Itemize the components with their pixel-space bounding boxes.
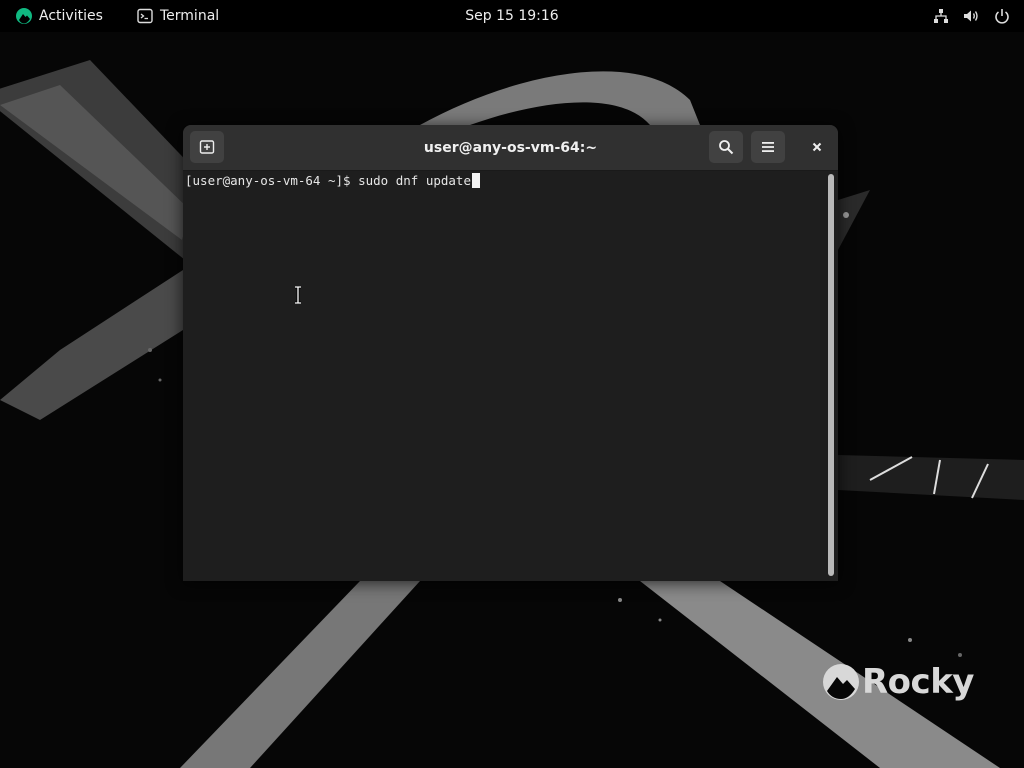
text-caret [471, 173, 480, 188]
new-tab-icon [199, 140, 215, 154]
rocky-wordmark: Rocky [862, 662, 974, 702]
app-menu-terminal[interactable]: Terminal [137, 0, 219, 32]
activities-label: Activities [39, 8, 103, 24]
activities-button[interactable]: Activities [16, 0, 103, 32]
terminal-window[interactable]: user@any-os-vm-64:~ [user@any-os-vm-64 ~… [183, 125, 838, 581]
app-menu-label: Terminal [160, 8, 220, 24]
network-wired-icon [934, 9, 948, 23]
menu-button[interactable] [751, 131, 785, 163]
rocky-brand-logo: Rocky [822, 662, 974, 702]
terminal-icon [137, 8, 153, 24]
terminal-headerbar[interactable]: user@any-os-vm-64:~ [183, 125, 838, 171]
top-bar: Activities Terminal Sep 15 19:16 [0, 0, 1024, 32]
hamburger-menu-icon [762, 142, 774, 152]
typed-command: sudo dnf update [358, 173, 471, 188]
search-icon [719, 140, 734, 155]
close-icon [812, 142, 822, 152]
terminal-output[interactable]: [user@any-os-vm-64 ~]$ sudo dnf update [183, 171, 838, 581]
close-button[interactable] [800, 131, 834, 163]
rocky-logo-icon [823, 664, 859, 700]
clock[interactable]: Sep 15 19:16 [465, 8, 558, 24]
search-button[interactable] [709, 131, 743, 163]
power-icon [995, 9, 1009, 24]
rocky-logo-icon [16, 8, 32, 24]
terminal-line: [user@any-os-vm-64 ~]$ sudo dnf update [185, 173, 480, 189]
shell-prompt: [user@any-os-vm-64 ~]$ [185, 173, 359, 188]
scrollbar[interactable] [828, 174, 834, 576]
ibeam-cursor-icon [295, 286, 301, 304]
system-tray[interactable] [933, 0, 1010, 32]
volume-icon [964, 10, 978, 22]
new-tab-button[interactable] [190, 131, 224, 163]
